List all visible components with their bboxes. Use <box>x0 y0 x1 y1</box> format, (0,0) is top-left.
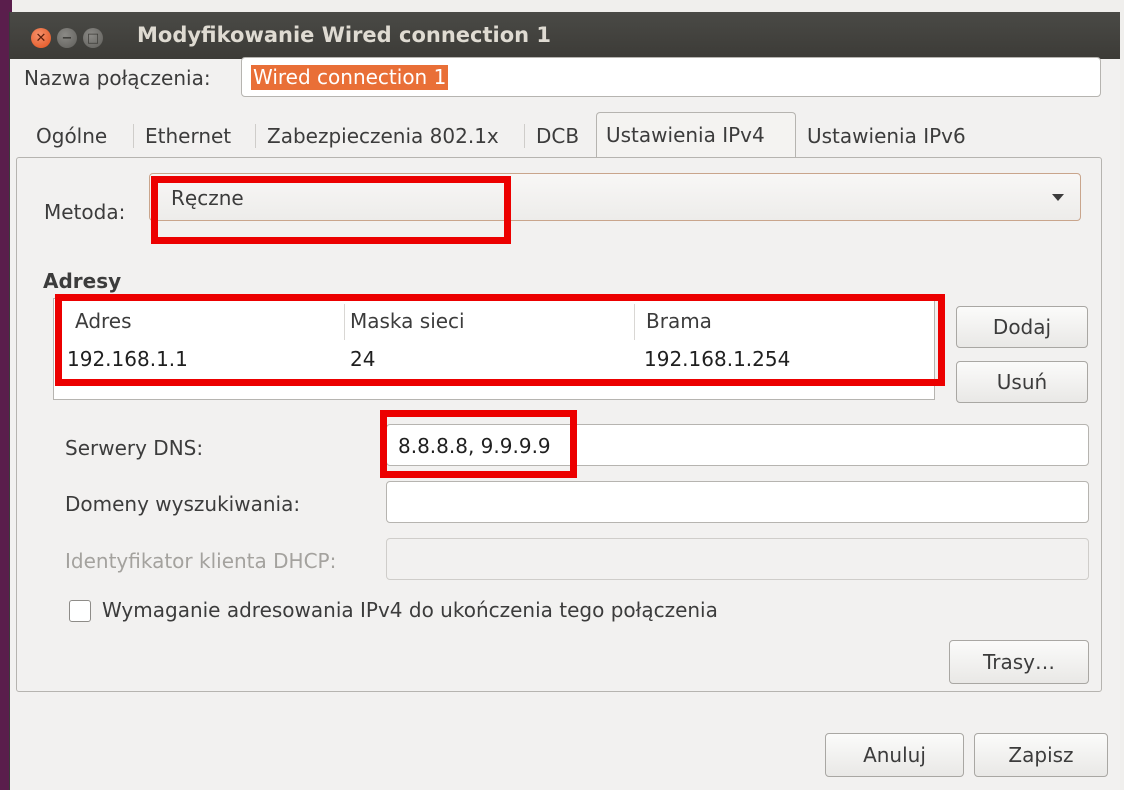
netmask-cell[interactable]: 24 <box>350 343 375 375</box>
search-domains-label: Domeny wyszukiwania: <box>65 492 301 516</box>
add-address-button[interactable]: Dodaj <box>956 306 1088 348</box>
tab-separator <box>255 124 256 148</box>
save-button[interactable]: Zapisz <box>974 733 1108 777</box>
tab-separator <box>524 124 525 148</box>
tab-dcb[interactable]: DCB <box>527 114 588 158</box>
method-label: Metoda: <box>44 200 126 224</box>
cancel-button[interactable]: Anuluj <box>825 733 964 777</box>
close-icon: ✕ <box>35 30 47 46</box>
tab-ipv4-settings[interactable]: Ustawienia IPv4 <box>596 112 796 158</box>
dropdown-arrow-icon <box>1052 194 1064 201</box>
window-title: Modyfikowanie Wired connection 1 <box>137 23 552 47</box>
tab-ipv6-settings[interactable]: Ustawienia IPv6 <box>798 114 975 158</box>
search-domains-input[interactable] <box>386 481 1089 523</box>
dhcp-client-id-input <box>386 538 1089 580</box>
tab-ethernet[interactable]: Ethernet <box>136 114 240 158</box>
addresses-heading: Adresy <box>43 269 122 293</box>
method-dropdown[interactable]: Ręczne <box>149 173 1081 221</box>
connection-name-input[interactable]: Wired connection 1 <box>241 57 1101 97</box>
dns-servers-label: Serwery DNS: <box>65 436 204 460</box>
connection-name-label: Nazwa połączenia: <box>24 66 211 90</box>
close-button[interactable]: ✕ <box>31 28 51 48</box>
tab-general[interactable]: Ogólne <box>27 114 116 158</box>
connection-name-value: Wired connection 1 <box>251 65 449 90</box>
method-value: Ręczne <box>171 186 244 210</box>
minimize-icon: − <box>61 30 73 46</box>
require-ipv4-label[interactable]: Wymaganie adresowania IPv4 do ukończenia… <box>102 598 718 622</box>
require-ipv4-checkbox[interactable] <box>69 600 91 622</box>
column-separator <box>344 304 345 340</box>
gateway-cell[interactable]: 192.168.1.254 <box>644 343 790 375</box>
column-separator <box>634 304 635 340</box>
maximize-icon: □ <box>86 30 100 46</box>
dhcp-client-id-label: Identyfikator klienta DHCP: <box>65 549 337 573</box>
address-cell[interactable]: 192.168.1.1 <box>67 343 188 375</box>
routes-button[interactable]: Trasy… <box>949 640 1089 684</box>
column-header-gateway[interactable]: Brama <box>646 303 712 339</box>
minimize-button[interactable]: − <box>57 28 77 48</box>
maximize-button[interactable]: □ <box>83 28 103 48</box>
tab-8021x-security[interactable]: Zabezpieczenia 802.1x <box>258 114 508 158</box>
dns-servers-value: 8.8.8.8, 9.9.9.9 <box>398 434 551 458</box>
title-bar: ✕ − □ Modyfikowanie Wired connection 1 <box>10 12 1120 59</box>
dns-servers-input[interactable]: 8.8.8.8, 9.9.9.9 <box>386 424 1089 466</box>
column-header-address[interactable]: Adres <box>75 303 132 339</box>
remove-address-button[interactable]: Usuń <box>956 361 1088 403</box>
column-header-netmask[interactable]: Maska sieci <box>350 303 465 339</box>
tab-separator <box>133 124 134 148</box>
